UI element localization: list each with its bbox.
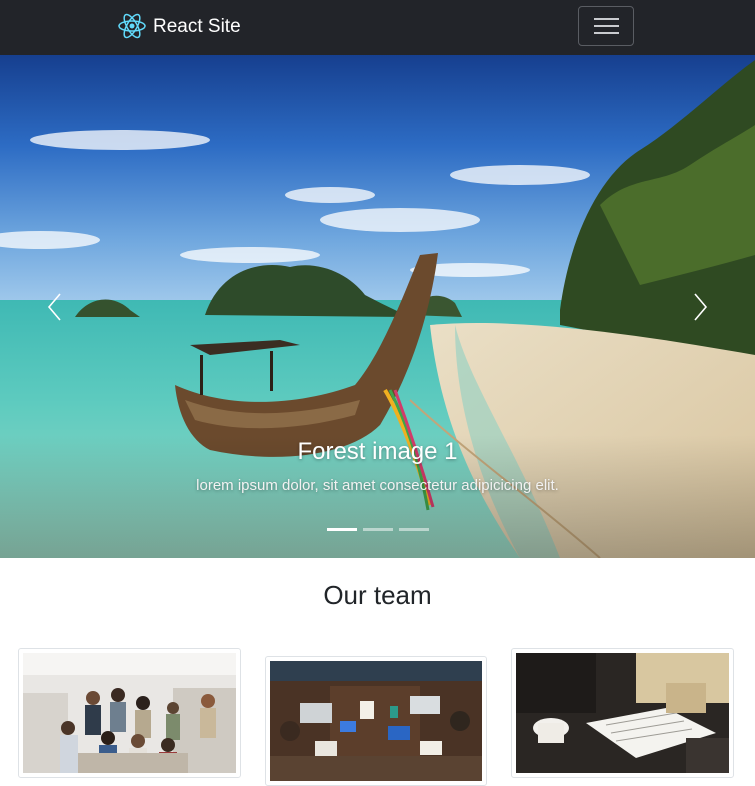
team-section-title: Our team [323, 580, 432, 610]
react-atom-icon [118, 13, 146, 39]
carousel-indicator-3[interactable] [398, 528, 429, 531]
navbar: React Site [0, 0, 755, 55]
team-card [265, 656, 487, 786]
carousel-caption: Forest image 1 lorem ipsum dolor, sit am… [0, 438, 755, 496]
slide-title: Forest image 1 [297, 438, 458, 465]
team-card [18, 648, 241, 778]
team-photo-meeting-notes [516, 653, 729, 773]
carousel-indicator-2[interactable] [362, 528, 393, 531]
carousel-indicator-1[interactable] [326, 528, 357, 531]
team-card [511, 648, 734, 778]
team-photo-desk-laptops [270, 661, 482, 781]
brand-link[interactable]: React Site [117, 9, 241, 43]
carousel-indicators [0, 528, 755, 531]
navbar-toggler-button[interactable] [578, 6, 634, 46]
hero-carousel: Forest image 1 lorem ipsum dolor, sit am… [0, 55, 755, 558]
chevron-left-icon [47, 292, 61, 321]
slide-text: lorem ipsum dolor, sit amet consectetur … [196, 476, 559, 494]
chevron-right-icon [694, 292, 708, 321]
team-photo-office-group [23, 653, 236, 773]
brand-name: React Site [153, 15, 241, 37]
